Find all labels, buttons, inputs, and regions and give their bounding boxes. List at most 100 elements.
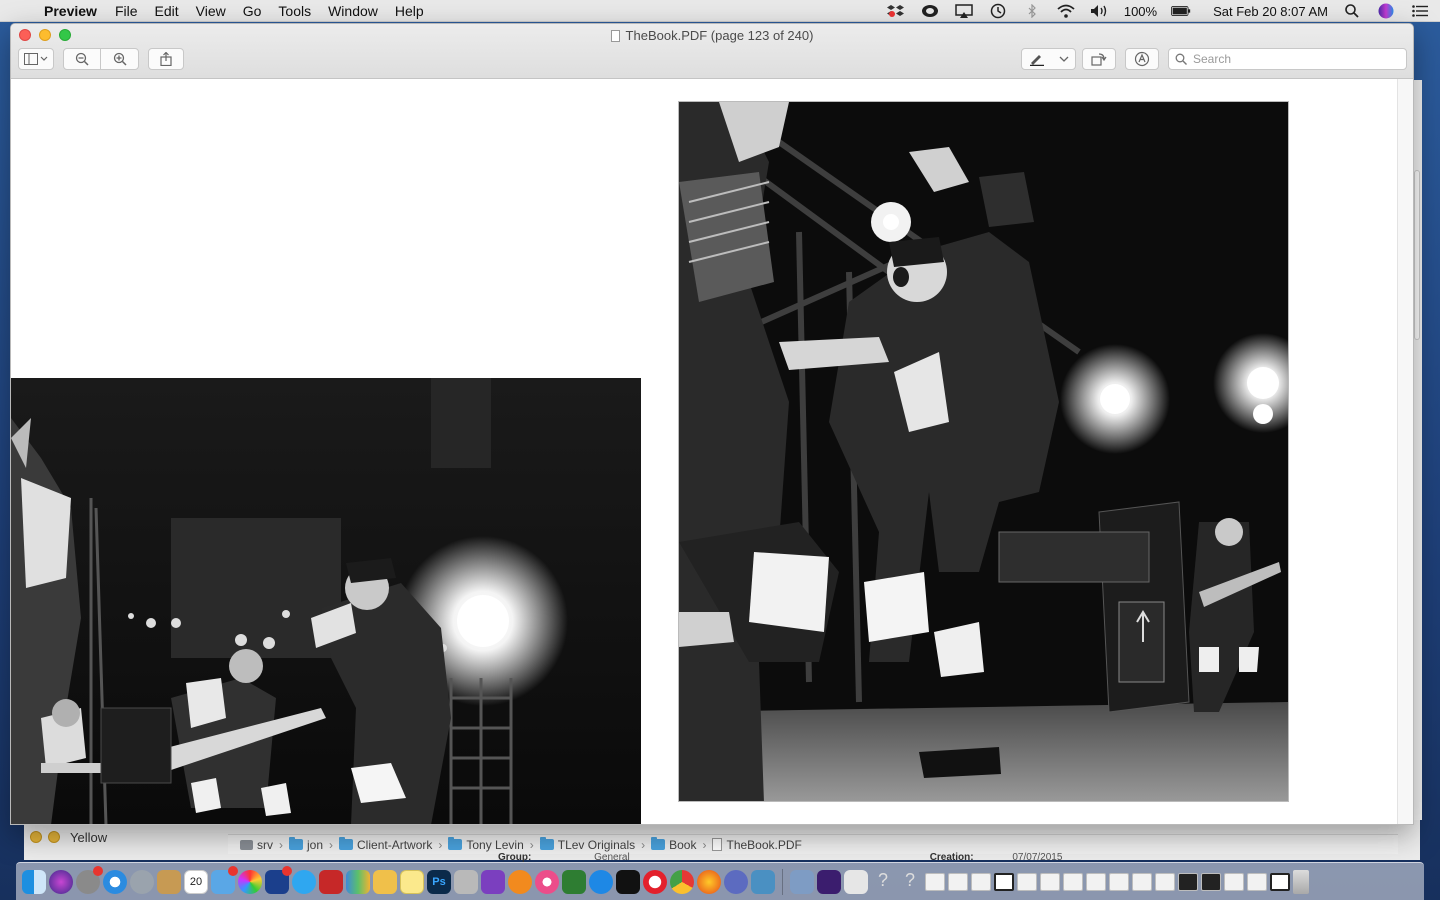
markup-pen-button[interactable] — [1021, 48, 1076, 70]
pdf-document-icon — [610, 29, 620, 42]
minimized-window-thumbnail[interactable] — [1040, 872, 1060, 891]
battery-icon[interactable] — [1171, 4, 1191, 18]
photos-dock-icon[interactable] — [238, 869, 262, 894]
path-item-srv[interactable]: srv — [240, 838, 273, 852]
menu-help[interactable]: Help — [395, 3, 424, 19]
search-input[interactable] — [1193, 52, 1393, 66]
path-item-jon[interactable]: jon — [289, 837, 324, 852]
time-machine-icon[interactable] — [988, 3, 1008, 19]
xcode-dock-icon[interactable] — [265, 865, 292, 894]
dropbox-icon[interactable] — [886, 4, 906, 18]
bbedit-dock-icon[interactable] — [724, 869, 748, 894]
notes-dock-icon[interactable] — [400, 869, 424, 894]
terminal-dock-icon[interactable] — [616, 869, 640, 894]
menu-edit[interactable]: Edit — [155, 3, 179, 19]
minimized-window-thumbnail[interactable] — [1224, 872, 1244, 891]
minimized-window-thumbnail[interactable] — [1270, 872, 1290, 891]
numbers-dock-icon[interactable] — [346, 869, 370, 894]
pdf-page-view[interactable] — [11, 79, 1399, 824]
books-dock-icon[interactable] — [508, 869, 532, 894]
help-dock-icon[interactable]: ? — [898, 870, 922, 894]
siri-icon[interactable] — [1376, 3, 1396, 19]
minimized-window-thumbnail[interactable] — [1132, 872, 1152, 891]
itunes-dock-icon[interactable] — [535, 869, 559, 894]
app-store-dock-icon[interactable] — [589, 869, 613, 894]
sidebar-toggle-button[interactable] — [18, 48, 54, 70]
minimized-window-thumbnail[interactable] — [1063, 872, 1083, 891]
dock-divider — [782, 868, 783, 895]
chrome-dock-icon[interactable] — [670, 869, 694, 894]
disk-utility-dock-icon[interactable] — [790, 869, 814, 894]
contacts-dock-icon[interactable] — [157, 869, 181, 894]
volume-icon[interactable] — [1090, 4, 1110, 18]
path-item-thebook-pdf[interactable]: TheBook.PDF — [712, 838, 802, 852]
opera-dock-icon[interactable] — [643, 869, 667, 894]
minimized-window-thumbnail[interactable] — [1178, 872, 1198, 891]
messages-dock-icon[interactable] — [292, 869, 316, 894]
spotlight-icon[interactable] — [1342, 4, 1362, 18]
tag-yellow-row[interactable]: Yellow — [30, 826, 230, 848]
menu-window[interactable]: Window — [328, 3, 378, 19]
minimized-window-thumbnail[interactable] — [1109, 872, 1129, 891]
wifi-icon[interactable] — [1056, 4, 1076, 18]
title-bar[interactable]: TheBook.PDF (page 123 of 240) — [11, 24, 1413, 79]
creative-cloud-icon[interactable] — [920, 4, 940, 18]
menu-app-name[interactable]: Preview — [44, 3, 97, 19]
imovie-dock-icon[interactable] — [481, 869, 505, 894]
notification-center-icon[interactable] — [1410, 4, 1430, 18]
textedit-dock-icon[interactable] — [454, 869, 478, 894]
chevron-right-icon: › — [438, 837, 443, 852]
zoom-out-button[interactable] — [63, 48, 101, 70]
minimized-window-thumbnail[interactable] — [1086, 872, 1106, 891]
excel-dock-icon[interactable] — [562, 869, 586, 894]
finder-dock-icon[interactable] — [22, 869, 46, 894]
chevron-down-icon[interactable] — [1059, 55, 1069, 63]
minimized-window-thumbnail[interactable] — [925, 872, 945, 891]
minimized-window-thumbnail[interactable] — [1247, 872, 1267, 891]
minimized-window-thumbnail[interactable] — [948, 872, 968, 891]
search-field[interactable] — [1168, 48, 1407, 70]
concert-photo-right — [678, 101, 1289, 802]
trash-icon[interactable] — [1293, 869, 1309, 894]
preview-dock-icon[interactable] — [211, 865, 238, 894]
launchpad-dock-icon[interactable] — [130, 869, 154, 894]
rotate-button[interactable] — [1082, 48, 1116, 70]
firefox-dock-icon[interactable] — [697, 869, 721, 894]
markup-toolbar-button[interactable] — [1125, 48, 1159, 70]
minimized-window-thumbnail[interactable] — [1017, 872, 1037, 891]
pages-dock-icon[interactable] — [373, 869, 397, 894]
path-label: jon — [307, 837, 324, 852]
share-button[interactable] — [148, 48, 184, 70]
path-item-client-artwork[interactable]: Client-Artwork — [339, 837, 432, 852]
minimized-window-thumbnail[interactable] — [1155, 872, 1175, 891]
clock[interactable]: Sat Feb 20 8:07 AM — [1213, 4, 1328, 19]
zoom-in-icon — [113, 52, 127, 66]
menu-tools[interactable]: Tools — [278, 3, 311, 19]
path-item-tlev-originals[interactable]: TLev Originals — [539, 837, 635, 852]
battery-percent[interactable]: 100% — [1124, 4, 1157, 19]
path-item-tony-levin[interactable]: Tony Levin — [448, 837, 524, 852]
photoshop-dock-icon[interactable]: Ps — [427, 869, 451, 894]
minimized-window-thumbnail[interactable] — [1201, 872, 1221, 891]
menu-go[interactable]: Go — [243, 3, 262, 19]
minimized-window-thumbnail[interactable] — [994, 872, 1014, 891]
system-preferences-dock-icon[interactable] — [76, 865, 103, 894]
minimized-window-thumbnail[interactable] — [971, 872, 991, 891]
calendar-dock-icon[interactable]: 20 — [184, 869, 208, 894]
menu-file[interactable]: File — [115, 3, 138, 19]
bluetooth-icon[interactable] — [1022, 4, 1042, 18]
airplay-icon[interactable] — [954, 4, 974, 18]
document-dock-icon[interactable] — [844, 869, 868, 894]
safari-dock-icon[interactable] — [103, 869, 127, 894]
chevron-right-icon: › — [279, 837, 283, 852]
vertical-scrollbar[interactable] — [1397, 79, 1413, 824]
path-item-book[interactable]: Book — [651, 837, 696, 852]
help-dock-icon[interactable]: ? — [871, 870, 895, 894]
menu-view[interactable]: View — [196, 3, 226, 19]
photo-booth-dock-icon[interactable] — [319, 869, 343, 894]
amazon-music-dock-icon[interactable] — [817, 869, 841, 894]
finder-scrollbar[interactable] — [1414, 170, 1420, 340]
zoom-in-button[interactable] — [100, 48, 139, 70]
siri-dock-icon[interactable] — [49, 869, 73, 894]
sketch-dock-icon[interactable] — [751, 869, 775, 894]
